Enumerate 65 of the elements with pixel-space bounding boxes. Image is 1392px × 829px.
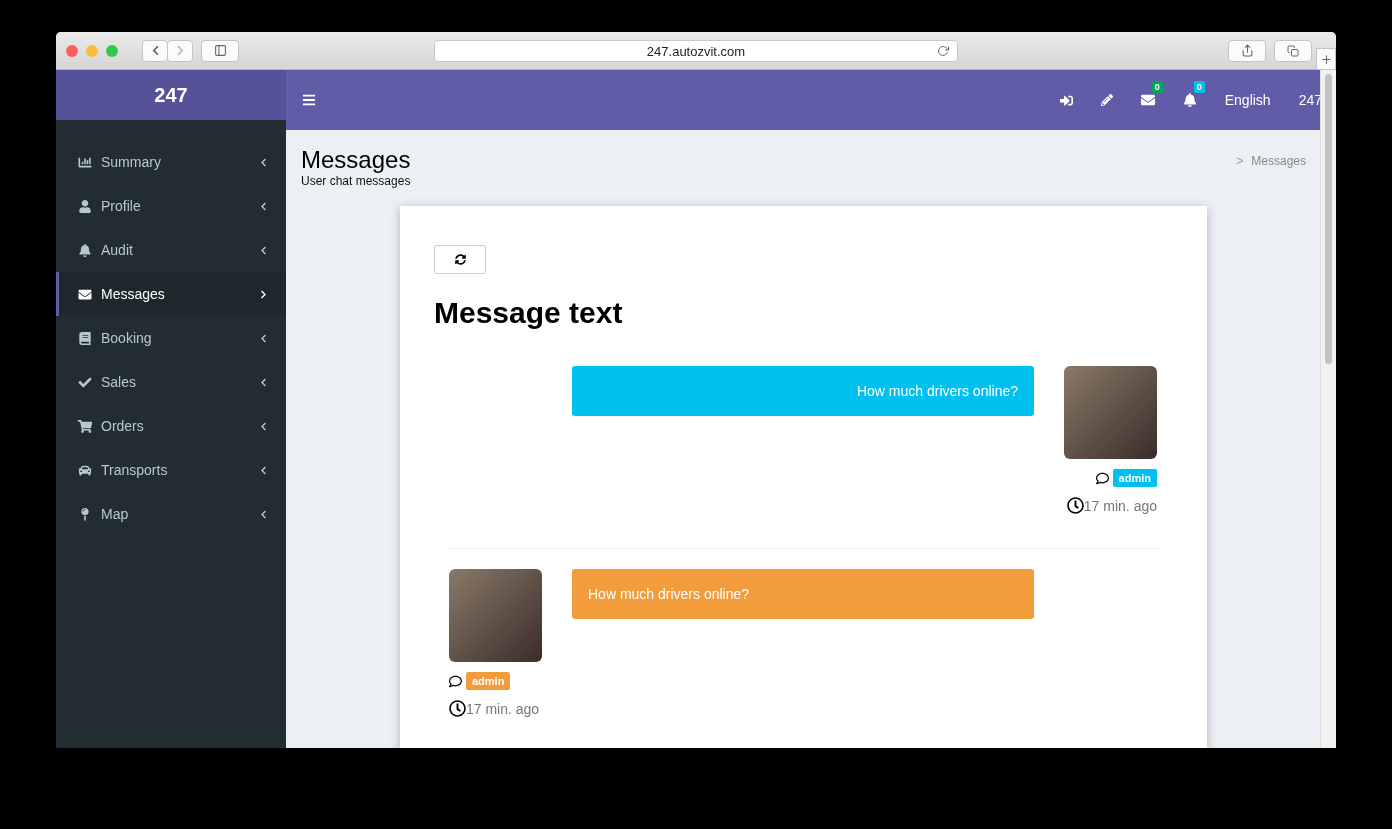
bell-icon [77, 243, 93, 257]
sidebar-item[interactable]: Messages [56, 272, 286, 316]
address-bar[interactable]: 247.autozvit.com [434, 40, 958, 62]
message-time: 17 min. ago [466, 700, 540, 717]
message-bubble: How much drivers online? [572, 569, 1034, 619]
sidebar-toggle-button[interactable] [201, 39, 239, 62]
new-tab-button[interactable] [1316, 48, 1336, 70]
back-button[interactable] [142, 39, 168, 62]
sidebar-icon [213, 44, 227, 57]
tabs-button[interactable] [1274, 39, 1312, 62]
chevron-icon [259, 333, 268, 343]
clock-icon [1066, 497, 1084, 514]
reload-icon[interactable] [937, 45, 949, 57]
chevron-icon [259, 509, 268, 519]
chevron-icon [259, 289, 268, 299]
count-badge: 0 [1151, 81, 1163, 93]
chevron-icon [259, 157, 268, 167]
author-tag: admin [466, 672, 511, 690]
pencil-icon[interactable] [1100, 94, 1113, 106]
sidebar-item[interactable]: Summary [56, 140, 286, 184]
chevron-icon [259, 245, 268, 255]
sidebar-item[interactable]: Profile [56, 184, 286, 228]
message-time: 17 min. ago [1083, 497, 1157, 514]
user-icon [77, 199, 93, 213]
sidebar-item[interactable]: Orders [56, 404, 286, 448]
clock-icon [449, 700, 466, 717]
page-title: Messages [301, 146, 411, 174]
sidebar-item[interactable]: Map [56, 492, 286, 536]
refresh-button[interactable] [434, 245, 486, 274]
bar-chart-icon [77, 155, 93, 169]
scrollbar[interactable] [1320, 70, 1336, 748]
breadcrumb-separator: > [1236, 154, 1244, 170]
sidebar-item[interactable]: Transports [56, 448, 286, 492]
chat-heading: Message text [434, 296, 624, 330]
message-bubble: How much drivers online? [572, 366, 1034, 416]
chevron-icon [259, 421, 268, 431]
menu-icon[interactable] [302, 93, 316, 107]
page-subtitle: User chat messages [301, 174, 411, 188]
share-button[interactable] [1228, 39, 1266, 62]
comment-icon [449, 674, 462, 688]
sidebar-item[interactable]: Audit [56, 228, 286, 272]
car-icon [77, 463, 93, 477]
envelope-icon[interactable] [1140, 93, 1155, 107]
chevron-icon [259, 465, 268, 475]
sidebar-item[interactable]: Booking [56, 316, 286, 360]
envelope-icon [77, 287, 93, 301]
author-tag: admin [1112, 469, 1157, 487]
language-menu[interactable]: English [1224, 92, 1271, 108]
chevron-icon [259, 377, 268, 387]
sidebar-item[interactable]: Sales [56, 360, 286, 404]
chevron-icon [259, 201, 268, 211]
bell-icon[interactable] [1182, 93, 1197, 107]
cart-icon [77, 419, 93, 433]
brand-logo[interactable]: 247 [56, 70, 286, 120]
tabs-icon [1287, 44, 1299, 57]
check-icon [77, 375, 93, 389]
user-menu[interactable]: 247 [1298, 92, 1322, 108]
close-button[interactable] [66, 44, 78, 57]
comment-icon [1095, 471, 1109, 485]
count-badge: 0 [1193, 81, 1205, 93]
sign-in-icon[interactable] [1059, 93, 1073, 107]
plus-icon [1319, 52, 1333, 66]
refresh-icon [454, 254, 466, 265]
book-icon [77, 331, 93, 345]
share-icon [1240, 44, 1254, 57]
